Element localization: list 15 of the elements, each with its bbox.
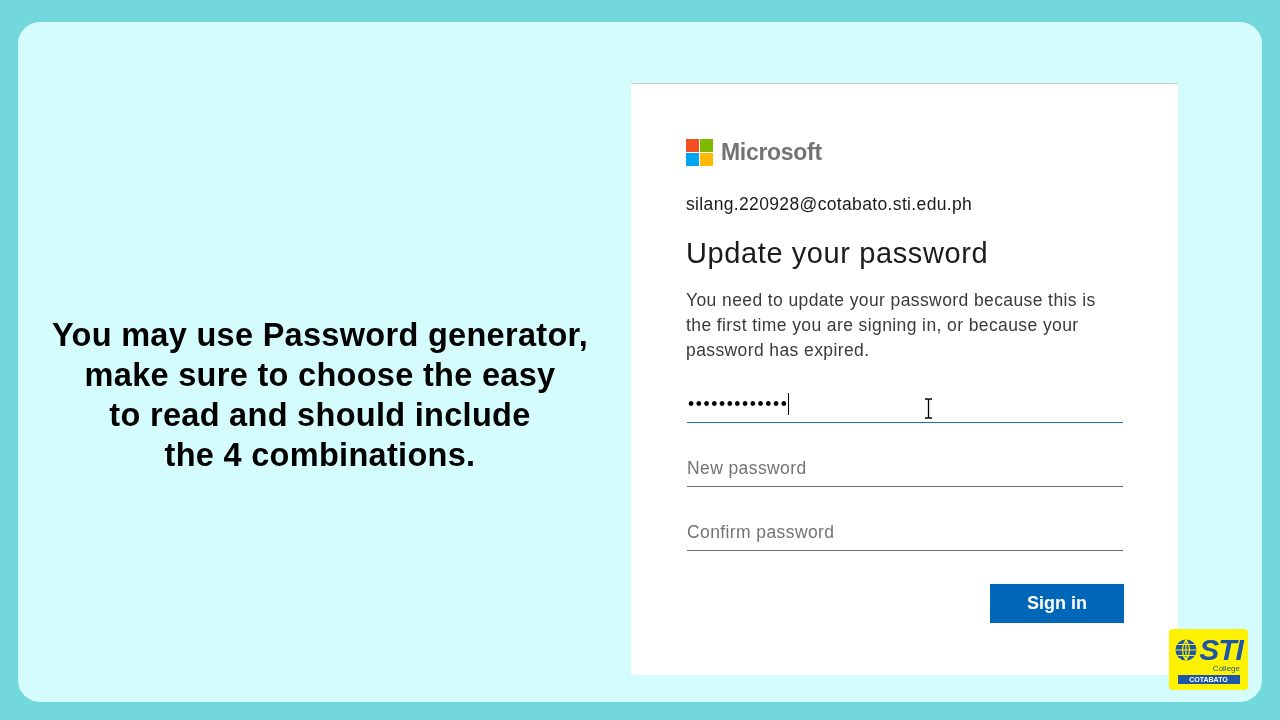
globe-icon: [1174, 638, 1199, 662]
account-email: silang.220928@cotabato.sti.edu.ph: [686, 193, 974, 216]
text-caret-icon: [788, 393, 790, 415]
college-name: STI: [1199, 635, 1243, 665]
college-subtitle: College: [1212, 665, 1240, 673]
instruction-text: You may use Password generator, make sure to choose the easy to read and should include the 4 combinations.: [51, 316, 589, 475]
password-field[interactable]: New password: [687, 450, 1123, 487]
mouse-ibeam-pointer-icon: [924, 398, 933, 419]
password-field[interactable]: Confirm password: [687, 514, 1123, 551]
sign-in-button[interactable]: Sign in: [990, 584, 1124, 623]
four-squares-logo-icon: [686, 139, 713, 166]
brand-name: Microsoft: [721, 139, 822, 166]
page-heading: Update your password: [686, 236, 990, 271]
description-text: You need to update your password because this is the first time you are signing in, or because your password has expired.: [686, 289, 1097, 362]
password-field[interactable]: •••••••••••••: [687, 386, 1123, 423]
